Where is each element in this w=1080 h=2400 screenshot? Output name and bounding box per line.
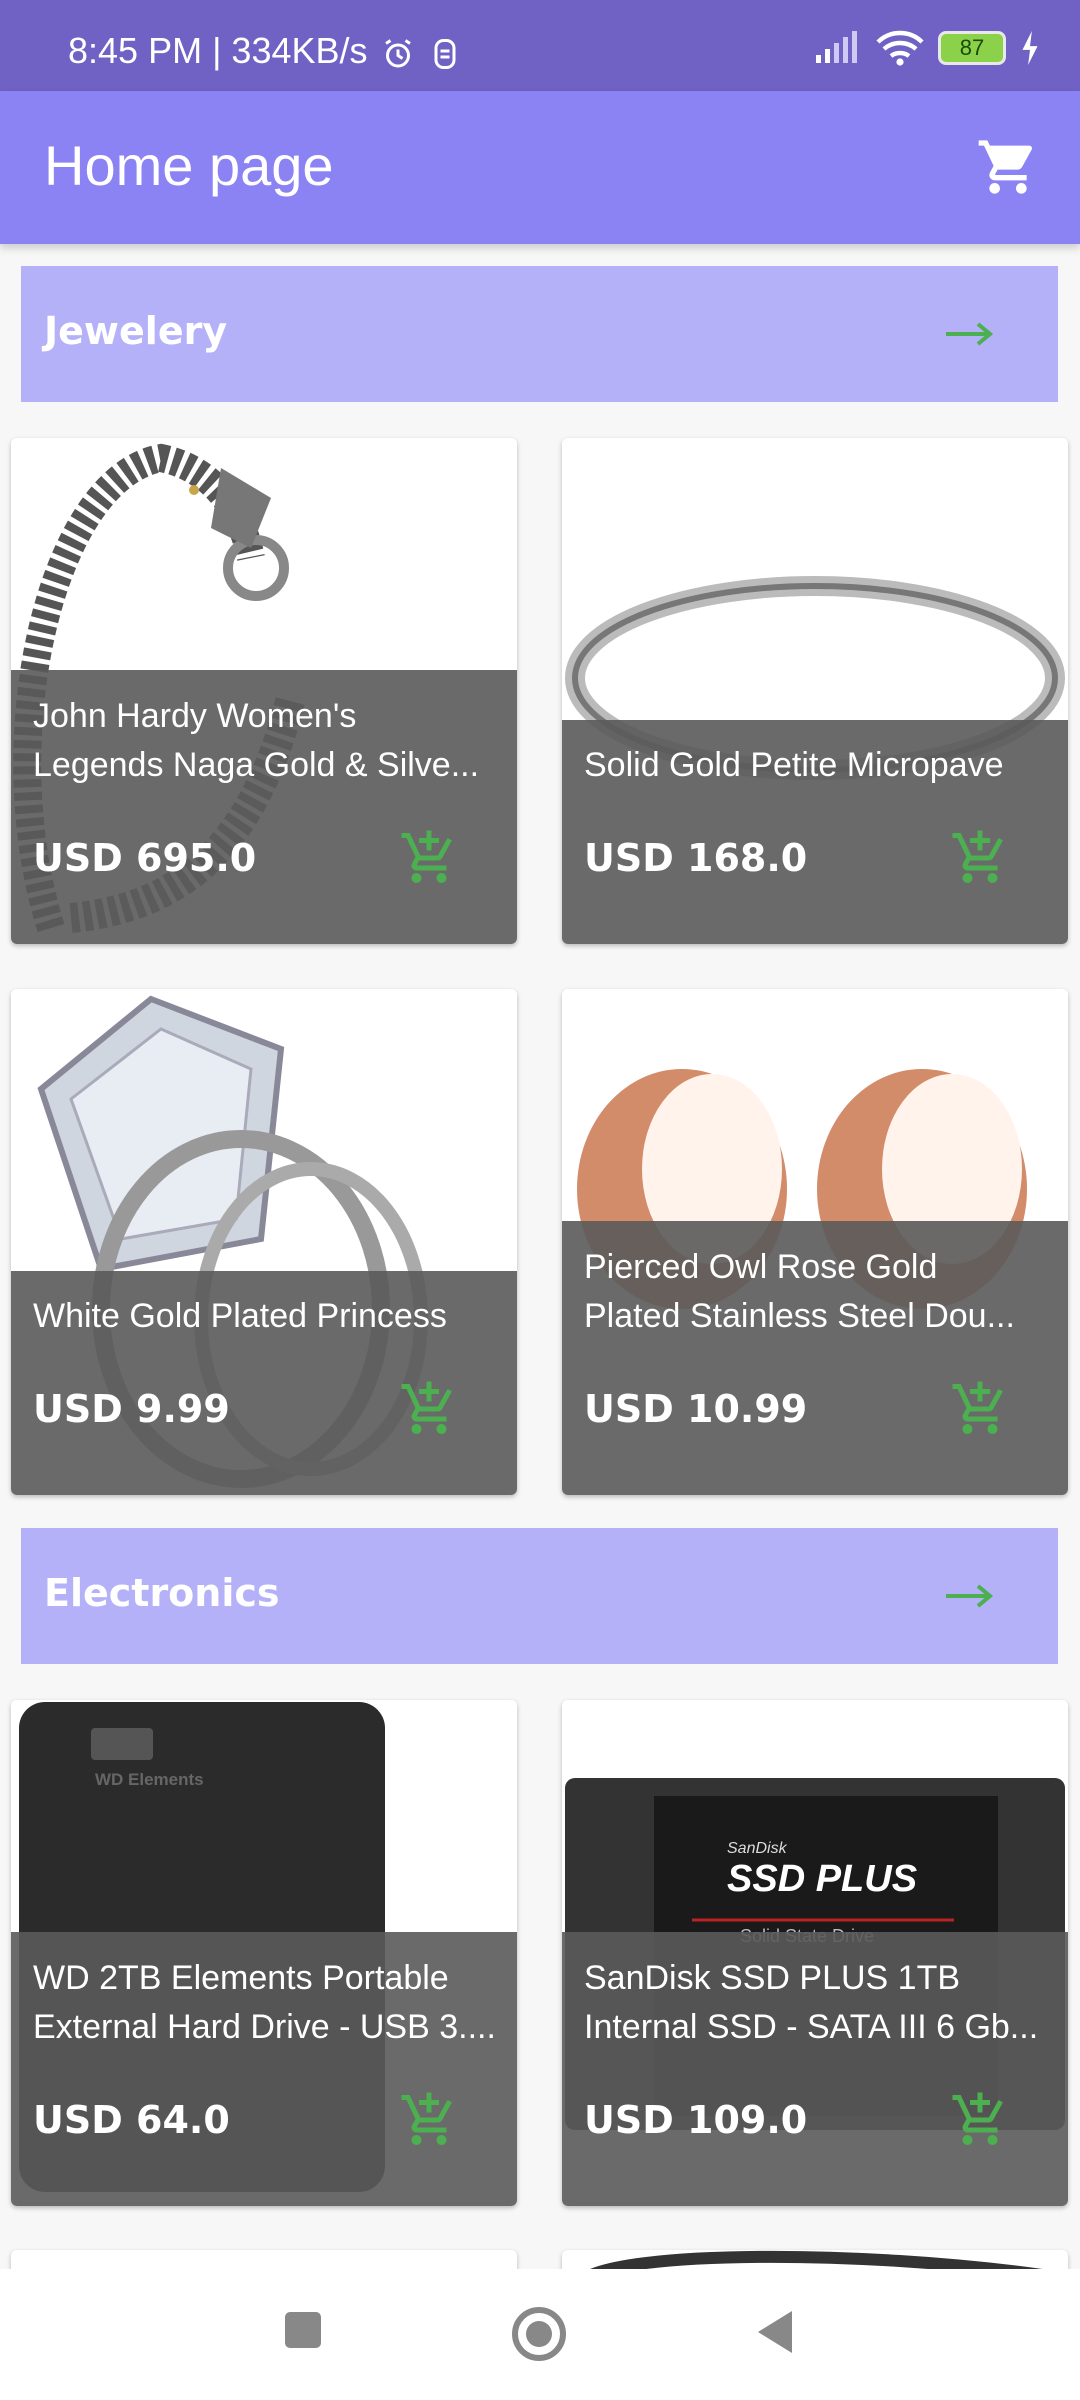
home-button-icon[interactable] (510, 2305, 568, 2363)
wifi-icon (876, 30, 924, 66)
status-time: 8:45 PM | 334KB/s (68, 30, 368, 71)
product-price: USD 109.0 (584, 2098, 808, 2142)
notification-icon (434, 39, 456, 69)
back-button-icon[interactable] (754, 2309, 796, 2355)
add-to-cart-icon[interactable] (950, 1379, 1010, 1439)
add-to-cart-icon[interactable] (399, 2090, 459, 2150)
signal-icon (816, 31, 857, 63)
add-to-cart-icon[interactable] (399, 1379, 459, 1439)
product-card[interactable]: Pierced Owl Rose Gold Plated Stainless S… (562, 989, 1068, 1495)
product-card[interactable]: White Gold Plated Princess USD 9.99 (11, 989, 517, 1495)
page-title: Home page (44, 134, 334, 197)
product-name: White Gold Plated Princess (33, 1297, 447, 1335)
product-feed[interactable]: Jewelery John Hardy Women's Legends Naga… (0, 244, 1080, 2269)
status-left-icons (380, 36, 460, 72)
app-bar: Home page (0, 91, 1080, 244)
product-price: USD 9.99 (33, 1387, 230, 1431)
product-price: USD 168.0 (584, 836, 808, 880)
product-card[interactable]: WD Elements WD 2TB Elements Portable Ext… (11, 1700, 517, 2206)
section-header-electronics[interactable]: Electronics (21, 1528, 1058, 1664)
product-name: John Hardy Women's Legends Naga Gold & S… (33, 697, 480, 784)
image-brand-text: SanDisk (727, 1840, 787, 1857)
product-price: USD 10.99 (584, 1387, 808, 1431)
section-header-jewelery[interactable]: Jewelery (21, 266, 1058, 402)
section-title: Electronics (44, 1571, 280, 1615)
image-brand-text: WD Elements (95, 1770, 204, 1789)
status-bar: 8:45 PM | 334KB/s 87 (0, 0, 1080, 91)
recents-button-icon[interactable] (282, 2309, 324, 2351)
add-to-cart-icon[interactable] (950, 2090, 1010, 2150)
product-card[interactable]: SanDisk SSD PLUS Solid State Drive SanDi… (562, 1700, 1068, 2206)
arrow-right-icon[interactable] (942, 1578, 998, 1614)
product-name: Solid Gold Petite Micropave (584, 746, 1004, 784)
add-to-cart-icon[interactable] (399, 828, 459, 888)
add-to-cart-icon[interactable] (950, 828, 1010, 888)
shopping-cart-icon[interactable] (976, 135, 1040, 199)
product-name: Pierced Owl Rose Gold Plated Stainless S… (584, 1248, 1015, 1335)
arrow-right-icon[interactable] (942, 316, 998, 352)
image-model-text: SSD PLUS (727, 1858, 918, 1900)
system-nav-bar (0, 2269, 1080, 2400)
product-card[interactable]: John Hardy Women's Legends Naga Gold & S… (11, 438, 517, 944)
product-name: WD 2TB Elements Portable External Hard D… (33, 1959, 496, 2046)
charging-icon (1022, 31, 1038, 65)
status-right-icons: 87 (814, 30, 1040, 66)
product-image (590, 2250, 1043, 2269)
product-card[interactable]: Solid Gold Petite Micropave USD 168.0 (562, 438, 1068, 944)
product-card[interactable] (11, 2250, 517, 2269)
alarm-icon (385, 39, 411, 68)
product-name: SanDisk SSD PLUS 1TB Internal SSD - SATA… (584, 1959, 1039, 2046)
product-price: USD 64.0 (33, 2098, 230, 2142)
section-title: Jewelery (44, 309, 228, 353)
product-card[interactable] (562, 2250, 1068, 2269)
product-price: USD 695.0 (33, 836, 257, 880)
battery-icon: 87 (938, 31, 1006, 65)
